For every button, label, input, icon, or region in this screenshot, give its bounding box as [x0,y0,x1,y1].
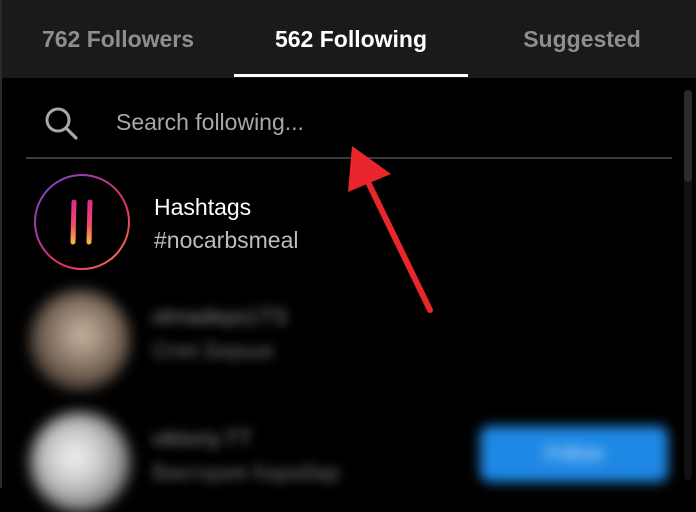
avatar[interactable] [30,412,130,512]
search-icon [45,107,78,140]
hashtag-icon [62,199,102,245]
active-tab-indicator [234,74,468,77]
hashtag-avatar [34,174,130,270]
hashtags-title: Hashtags [154,194,252,220]
search-bar[interactable] [26,84,672,158]
tab-followers[interactable]: 762 Followers [2,0,234,78]
tab-bar: 762 Followers 562 Following Suggested [2,0,696,78]
scrollbar-thumb[interactable] [684,90,692,182]
search-input[interactable] [116,104,636,140]
display-name: Олеі Берши [152,338,274,363]
tab-suggested[interactable]: Suggested [468,0,696,78]
following-list-item[interactable]: olmadeps1TS Олеі Берши [30,290,670,390]
following-list-item[interactable]: viktoriy.TT Виктория Карабар Follow [30,412,670,512]
hashtags-list-item[interactable]: Hashtags #nocarbsmeal [34,174,664,274]
username: olmadeps1TS [152,304,288,329]
username: viktoriy.TT [152,426,252,451]
tab-following[interactable]: 562 Following [234,0,468,78]
hashtag-subtitle: #nocarbsmeal [154,227,299,253]
display-name: Виктория Карабар [152,460,340,485]
search-underline [26,157,672,159]
follow-button[interactable]: Follow [480,426,668,482]
avatar[interactable] [30,290,130,390]
